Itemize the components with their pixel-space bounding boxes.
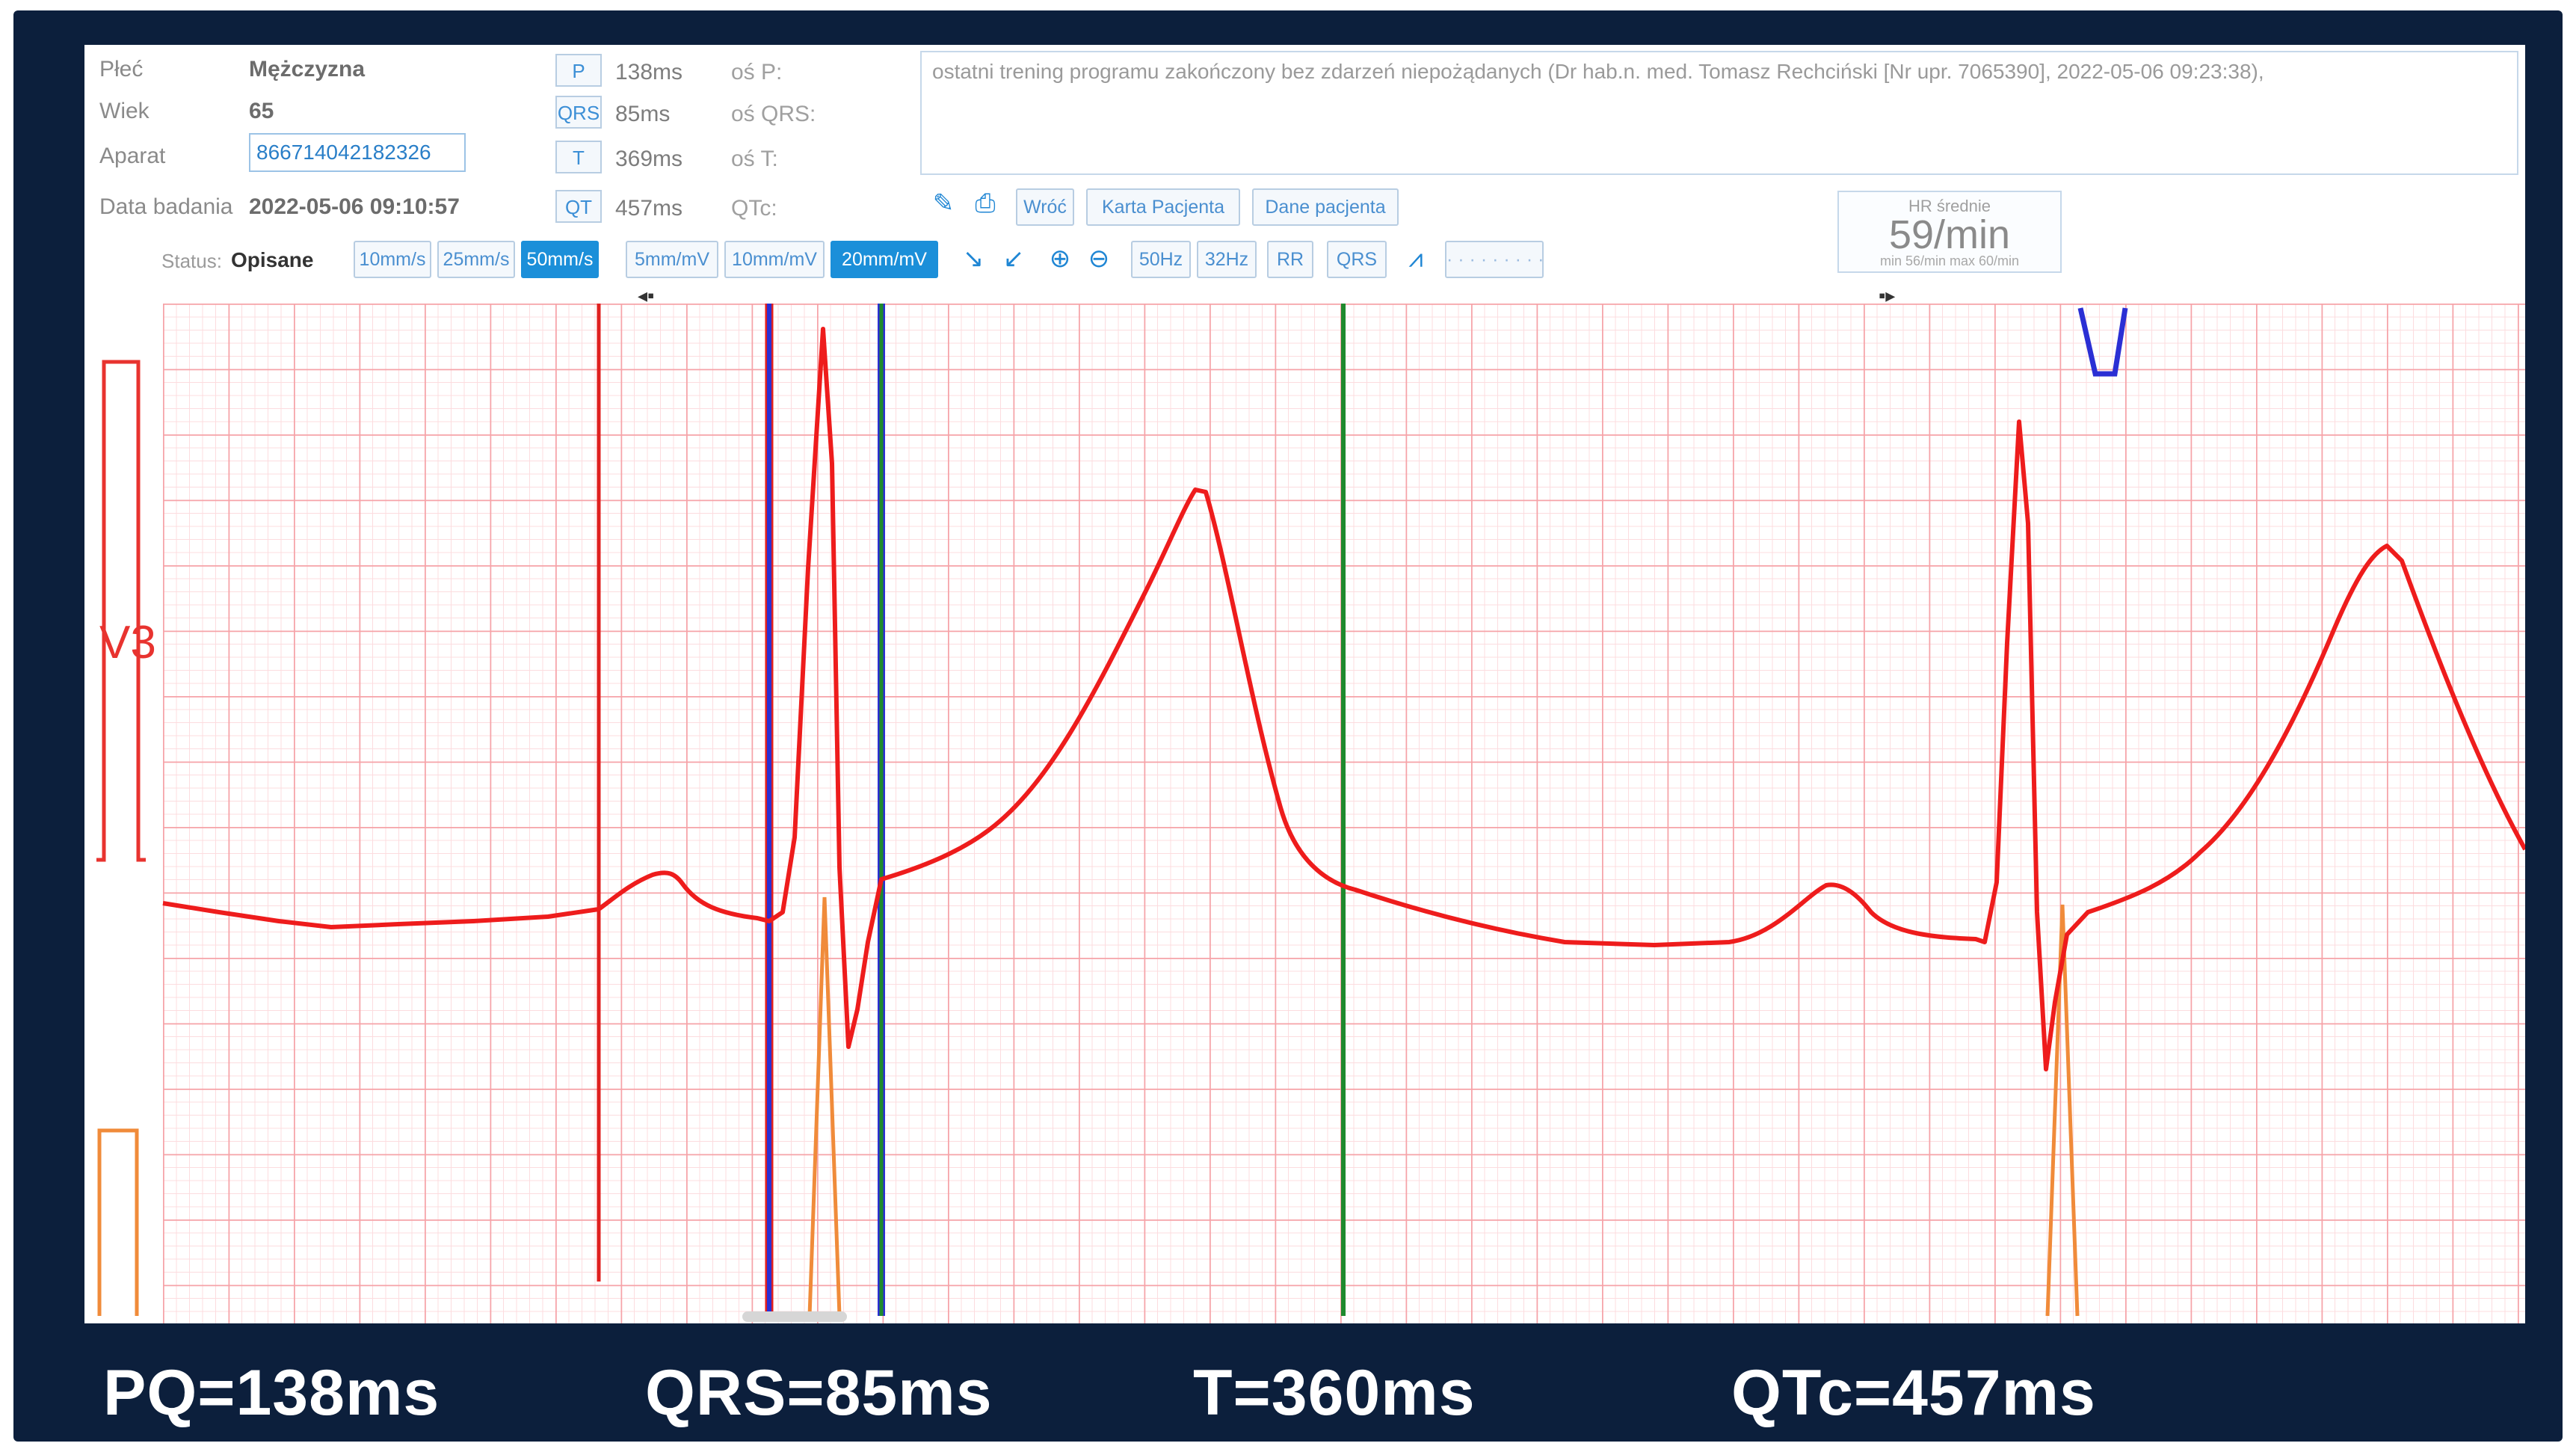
qrs-measurement: QRS=85ms xyxy=(645,1357,993,1429)
orange-calibration xyxy=(97,1128,139,1316)
pq-measurement: PQ=138ms xyxy=(103,1357,440,1429)
lead-label: V3 xyxy=(99,617,156,668)
left-handle-icon[interactable]: ◂▪ xyxy=(638,284,654,307)
slide-frame: Płeć Mężczyzna Wiek 65 Aparat 8667140421… xyxy=(13,10,2563,1442)
calibration-pulse xyxy=(96,360,146,862)
horizontal-scrollbar[interactable] xyxy=(742,1311,847,1322)
t-measurement: T=360ms xyxy=(1193,1357,1476,1429)
qtc-measurement: QTc=457ms xyxy=(1731,1357,2096,1429)
ecg-strip: V3 ◂▪ ▪▸ xyxy=(96,284,2525,1323)
ecg-app-panel: Płeć Mężczyzna Wiek 65 Aparat 8667140421… xyxy=(84,45,2525,1323)
right-handle-icon[interactable]: ▪▸ xyxy=(1879,284,1895,307)
